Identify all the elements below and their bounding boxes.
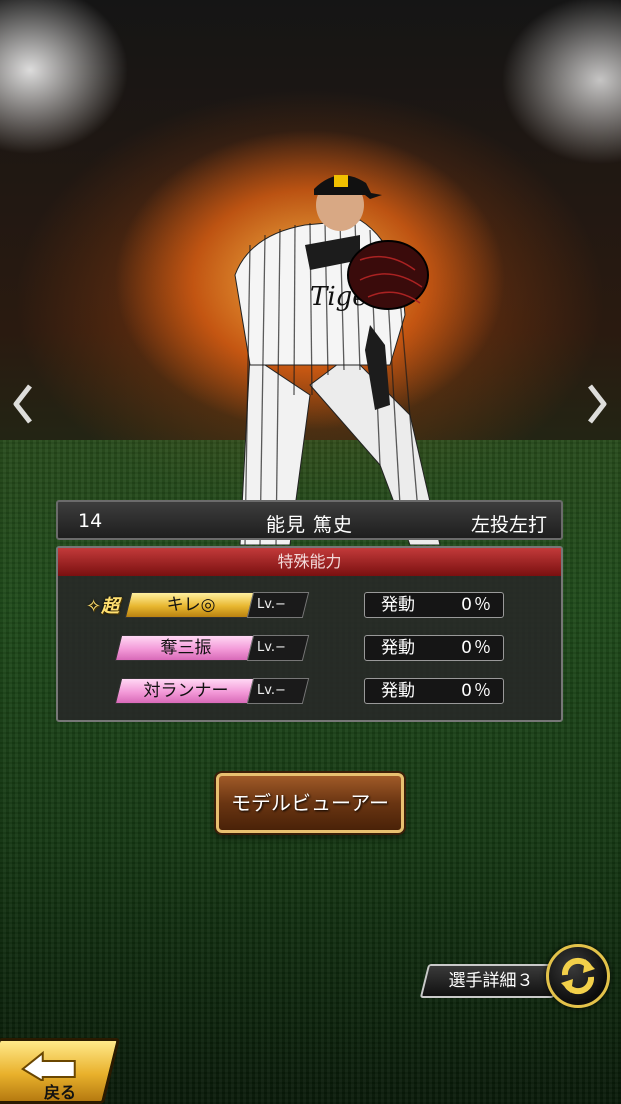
player-detail-button[interactable]: 選手詳細３	[419, 964, 563, 998]
ability-label: 対ランナー	[143, 681, 229, 701]
activation-rate-box: 発動 0％	[364, 635, 504, 661]
ability-level: Lv.−	[246, 592, 310, 618]
ability-tag: キレ◎	[124, 592, 258, 618]
ability-level: Lv.−	[246, 635, 310, 661]
ability-label: キレ◎	[166, 595, 216, 615]
chevron-right-icon	[588, 384, 607, 424]
next-player-button[interactable]	[584, 382, 612, 426]
player-info-bar: 14 能見 篤史 左投左打	[56, 500, 563, 540]
activation-rate: 0％	[461, 595, 493, 615]
activation-rate: 0％	[461, 681, 493, 701]
player-pitcher-image: Tige	[234, 175, 441, 545]
ability-row[interactable]: 奪三振 Lv.− 発動 0％	[58, 635, 561, 663]
activation-rate-box: 発動 0％	[364, 678, 504, 704]
back-label: 戻る	[44, 1083, 77, 1102]
activation-rate: 0％	[461, 638, 493, 658]
ability-tag: 対ランナー	[114, 678, 258, 704]
ability-row[interactable]: 対ランナー Lv.− 発動 0％	[58, 678, 561, 706]
previous-player-button[interactable]	[8, 382, 36, 426]
back-arrow-icon	[20, 1050, 76, 1081]
swap-view-button[interactable]	[546, 944, 610, 1008]
swap-arrows-icon	[561, 957, 595, 995]
ability-label: 奪三振	[160, 638, 212, 658]
special-abilities-panel: 特殊能力 ✧超 キレ◎ Lv.− 発動 0％ 奪三振 Lv.− 発動 0％ 対ラ…	[56, 546, 563, 722]
chevron-left-icon	[13, 384, 32, 424]
ability-tag: 奪三振	[114, 635, 258, 661]
activation-rate-box: 発動 0％	[364, 592, 504, 618]
player-detail-label: 選手詳細３	[448, 971, 534, 991]
throw-bat-handedness: 左投左打	[470, 514, 547, 536]
ability-level: Lv.−	[246, 678, 310, 704]
special-abilities-header: 特殊能力	[58, 548, 561, 576]
model-viewer-button[interactable]: モデルビューアー	[216, 773, 404, 833]
back-button[interactable]: 戻る	[0, 1038, 121, 1104]
ability-row[interactable]: ✧超 キレ◎ Lv.− 発動 0％	[58, 592, 561, 620]
